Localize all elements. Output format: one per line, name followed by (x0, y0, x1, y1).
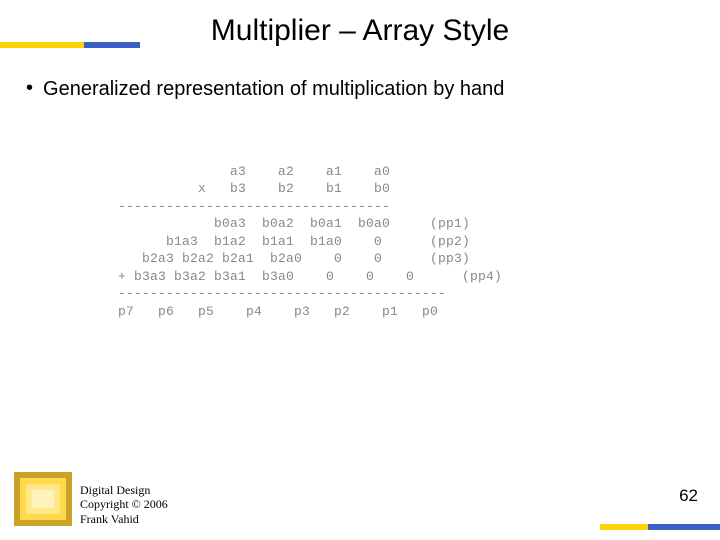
diagram-row-divider-2: ----------------------------------------… (118, 286, 446, 301)
diagram-row-divider-1: ---------------------------------- (118, 199, 390, 214)
bullet-row: • Generalized representation of multipli… (26, 78, 504, 101)
page-number: 62 (679, 486, 698, 506)
bullet-dot-icon: • (26, 78, 33, 98)
slide: Multiplier – Array Style • Generalized r… (0, 0, 720, 540)
footer-line-2: Copyright © 2006 (80, 497, 168, 511)
bullet-text: Generalized representation of multiplica… (43, 78, 504, 101)
multiplication-diagram: a3 a2 a1 a0 x b3 b2 b1 b0 --------------… (118, 145, 502, 338)
footer-line-3: Frank Vahid (80, 512, 168, 526)
footer-accent-bar (600, 524, 720, 530)
footer-text-block: Digital Design Copyright © 2006 Frank Va… (80, 483, 168, 526)
diagram-row-pp3: b2a3 b2a2 b2a1 b2a0 0 0 (pp3) (118, 251, 470, 266)
diagram-row-pp2: b1a3 b1a2 b1a1 b1a0 0 (pp2) (118, 234, 470, 249)
diagram-row-operand-b: x b3 b2 b1 b0 (118, 181, 390, 196)
slide-title: Multiplier – Array Style (0, 14, 720, 48)
diagram-row-pp4: + b3a3 b3a2 b3a1 b3a0 0 0 0 (pp4) (118, 269, 502, 284)
diagram-row-pp1: b0a3 b0a2 b0a1 b0a0 (pp1) (118, 216, 470, 231)
footer-logo-layer-3 (32, 490, 54, 508)
diagram-row-product: p7 p6 p5 p4 p3 p2 p1 p0 (118, 304, 438, 319)
footer-line-1: Digital Design (80, 483, 168, 497)
footer-logo-icon (14, 472, 72, 526)
diagram-row-operand-a: a3 a2 a1 a0 (118, 164, 390, 179)
